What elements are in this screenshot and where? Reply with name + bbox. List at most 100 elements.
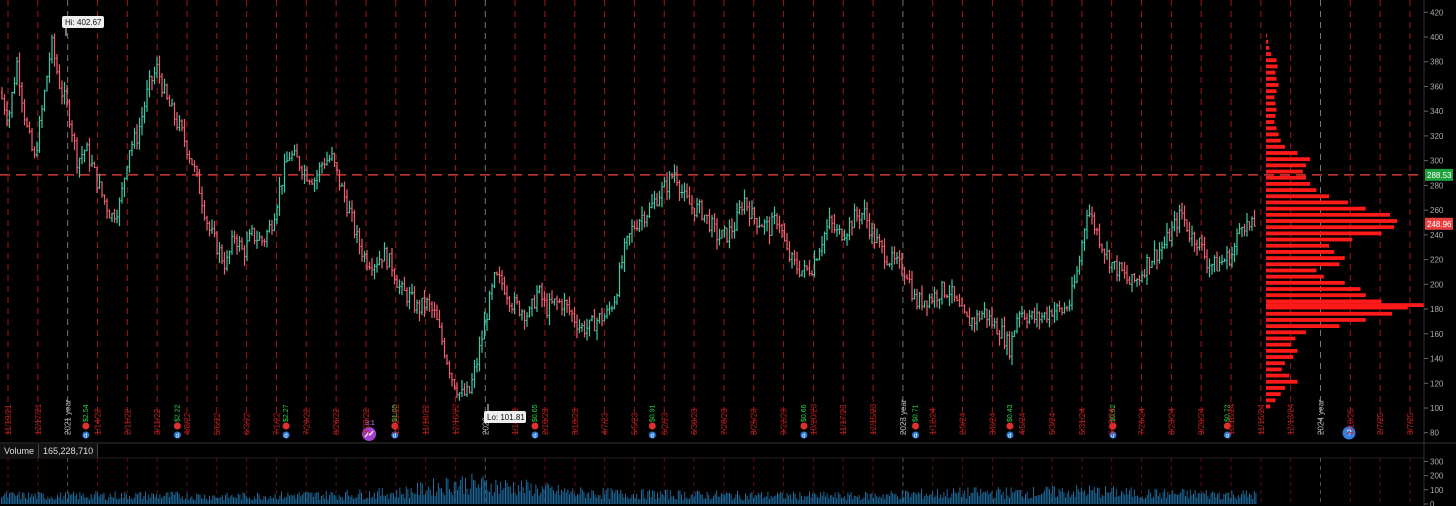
volume-bar [159,494,161,504]
volume-bar [375,498,377,504]
earnings-icon [1006,422,1014,430]
volume-bar [145,491,146,504]
volume-bar [658,497,660,504]
volume-bar [1210,492,1212,504]
volume-bar [653,491,655,504]
volume-bar [268,498,270,504]
volume-bar [853,495,855,504]
volume-bar [546,482,548,504]
volume-bar [13,493,15,504]
volume-bar [412,492,414,504]
volume-bar [201,498,202,504]
volume-bar [1234,497,1236,504]
volume-bar [951,493,953,504]
volume-bar [767,491,769,504]
volume-bar [709,499,711,504]
volume-y-tick-label: 0 [1430,500,1435,506]
volume-bar [1202,491,1204,504]
volume-bar [804,495,806,504]
volume-bar [756,495,758,504]
profile-bar [1266,303,1424,307]
volume-bar [677,490,679,504]
volume-bar [153,493,154,504]
volume-bar [140,491,142,504]
volume-bar [922,498,924,504]
last-price-tag: 288.53 [1425,168,1453,181]
x-tick-label: 3/11/22 [153,408,162,435]
volume-bar [260,499,262,504]
volume-bar [1141,496,1143,504]
volume-bar [593,490,594,504]
x-tick-label: 8/25/23 [750,408,759,435]
volume-bar [706,492,708,504]
volume-bar [1199,492,1201,504]
volume-bar [266,500,268,504]
volume-bar [1173,494,1175,504]
dividend-icon-glyph: d [284,434,287,440]
x-tick-label: 3/10/23 [571,408,580,435]
volume-bar [9,493,10,504]
profile-bar [1266,169,1303,174]
volume-bar [293,495,295,504]
volume-bar [786,493,788,504]
volume-bar [1129,490,1130,504]
volume-bar [714,493,716,504]
volume-bar [919,493,921,504]
volume-bar [741,500,743,504]
volume-bar [1183,489,1185,504]
volume-bar [92,498,94,504]
volume-bar [535,484,537,504]
volume-bar [359,489,361,504]
profile-bar [1266,200,1348,205]
volume-bar [679,490,681,504]
volume-bar [1122,492,1124,504]
stock-chart[interactable]: $2.54d$2.22d$2.27d3:1$1.05d$0.65d$0.91d$… [0,0,1456,506]
volume-bar [628,498,630,504]
x-tick-label: 11/15/24 [1257,404,1266,435]
volume-bar [297,494,298,504]
volume-bar [514,492,516,504]
volume-bar [1226,492,1228,504]
volume-bar [141,498,143,504]
volume-bar [745,493,746,504]
volume-bar [450,492,452,504]
y-tick-label: 400 [1430,33,1444,42]
volume-bar [540,492,542,504]
volume-bar [773,496,775,504]
volume-bar [573,493,575,504]
volume-bar [397,497,399,504]
volume-bar [493,492,495,504]
volume-bar [876,496,878,504]
volume-bar [100,494,102,504]
volume-bar [1170,494,1172,504]
volume-bar [1167,491,1169,504]
volume-bar [858,494,860,504]
volume-bar [1153,497,1154,504]
volume-bar [178,494,180,504]
volume-bar [959,487,961,504]
volume-bar [570,491,572,504]
volume-y-tick-label: 100 [1430,486,1444,495]
volume-bar [114,491,116,504]
volume-bar [1052,485,1054,504]
volume-bar [789,494,791,504]
volume-bar [164,495,166,504]
volume-bar [887,494,889,504]
volume-bar [1109,492,1111,504]
volume-bar [844,495,846,504]
volume-bar [57,494,58,504]
volume-bar [383,495,385,504]
volume-bar [1053,486,1055,504]
dividend-icon-glyph: d [802,434,805,440]
volume-bar [1204,493,1206,504]
volume-bar [391,492,393,504]
volume-bar [1178,493,1180,504]
volume-bar [361,492,362,504]
volume-bar [1093,486,1095,504]
prev-price-tag: 248.96 [1425,217,1453,230]
volume-bar [1090,490,1092,504]
volume-bar [562,491,564,504]
volume-bar [957,492,959,504]
volume-bar [377,491,378,504]
volume-bar [481,478,482,504]
